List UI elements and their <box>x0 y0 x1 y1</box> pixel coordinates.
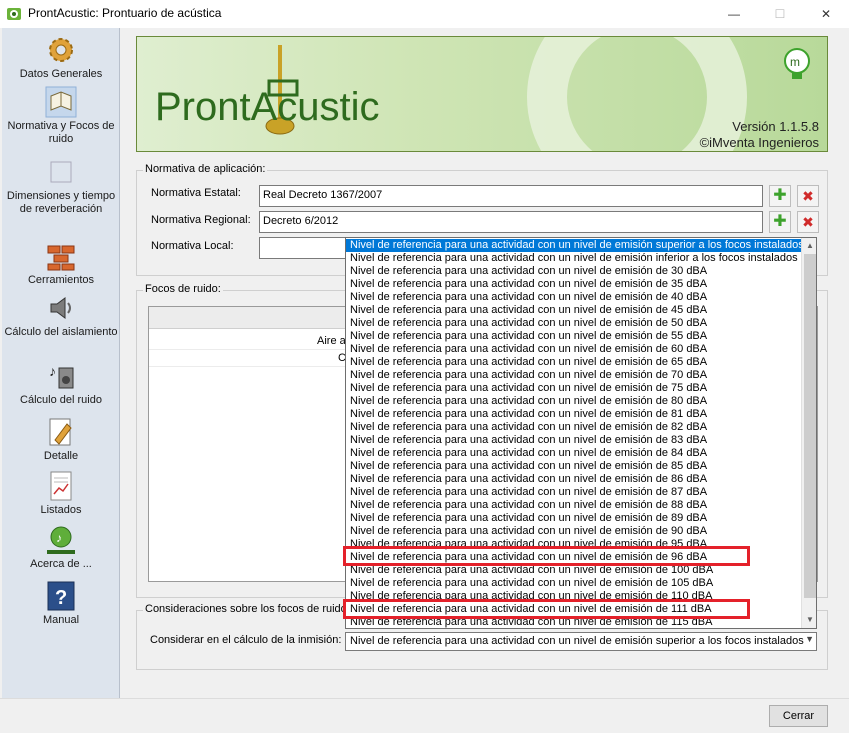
svg-text:m: m <box>790 55 800 69</box>
local-label: Normativa Local: <box>151 240 234 252</box>
app-icon <box>7 8 21 20</box>
lightbulb-logo-icon: m <box>784 48 810 79</box>
dropdown-option[interactable]: Nivel de referencia para una actividad c… <box>346 330 801 343</box>
dropdown-option[interactable]: Nivel de referencia para una actividad c… <box>346 356 801 369</box>
dropdown-option[interactable]: Nivel de referencia para una actividad c… <box>346 421 801 434</box>
window-title: ProntAcustic: Prontuario de acústica <box>28 6 222 20</box>
combo-value: Nivel de referencia para una actividad c… <box>350 635 804 647</box>
dropdown-option[interactable]: Nivel de referencia para una actividad c… <box>346 486 801 499</box>
dropdown-option[interactable]: Nivel de referencia para una actividad c… <box>346 291 801 304</box>
dropdown-option[interactable]: Nivel de referencia para una actividad c… <box>346 434 801 447</box>
dimensions-icon <box>50 161 72 183</box>
svg-text:♪: ♪ <box>56 531 62 545</box>
add-estatal-button[interactable]: ✚ <box>769 185 791 207</box>
banner-version: Versión 1.1.5.8 <box>732 119 819 134</box>
sidebar-item-label: Datos Generales <box>19 68 103 80</box>
considerar-dropdown-list[interactable]: Nivel de referencia para una actividad c… <box>345 237 817 629</box>
sidebar-item-aislamiento[interactable]: Cálculo del aislamiento <box>2 292 120 339</box>
dropdown-option[interactable]: Nivel de referencia para una actividad c… <box>346 239 804 252</box>
sidebar-item-normativa[interactable]: Normativa y Focos de ruido <box>2 86 120 146</box>
banner-company: ©iMventa Ingenieros <box>699 135 819 150</box>
considerar-combo[interactable]: Nivel de referencia para una actividad c… <box>345 632 817 651</box>
svg-text:?: ? <box>55 587 67 609</box>
dropdown-scrollbar[interactable]: ▲ ▼ <box>801 238 816 628</box>
title-bar: ProntAcustic: Prontuario de acústica — ☐… <box>0 0 849 28</box>
about-icon: ♪ <box>47 526 75 554</box>
sidebar-item-detalle[interactable]: Detalle <box>2 416 120 463</box>
chevron-down-icon[interactable]: ▼ <box>805 634 814 644</box>
scrollbar-thumb[interactable] <box>804 254 816 598</box>
scroll-down-icon[interactable]: ▼ <box>802 612 816 628</box>
dropdown-option[interactable]: Nivel de referencia para una actividad c… <box>346 382 801 395</box>
considerar-label: Considerar en el cálculo de la inmisión: <box>150 634 342 646</box>
sidebar-item-label: Cerramientos <box>27 274 95 286</box>
sidebar-item-label: Cálculo del aislamiento <box>4 326 118 338</box>
detail-icon <box>49 418 72 446</box>
list-icon <box>50 471 72 501</box>
footer-bar <box>0 698 849 733</box>
close-button[interactable]: Cerrar <box>769 705 828 727</box>
consideraciones-group-title: Consideraciones sobre los focos de ruido… <box>143 603 352 615</box>
sidebar: Datos Generales Normativa y Focos de rui… <box>2 28 120 698</box>
speaker-off-icon <box>50 297 71 319</box>
sidebar-item-datos-generales[interactable]: Datos Generales <box>2 34 120 81</box>
delete-estatal-button[interactable]: ✖ <box>797 185 819 207</box>
banner-title: ProntAcustic <box>155 85 380 129</box>
sidebar-item-label: Acerca de ... <box>30 558 92 570</box>
regional-label: Normativa Regional: <box>151 214 251 226</box>
dropdown-option[interactable]: Nivel de referencia para una actividad c… <box>346 577 801 590</box>
gear-icon <box>49 38 73 62</box>
sidebar-item-label: Normativa y Focos de ruido <box>7 120 115 145</box>
dropdown-option[interactable]: Nivel de referencia para una actividad c… <box>346 278 801 291</box>
dropdown-option[interactable]: Nivel de referencia para una actividad c… <box>346 408 801 421</box>
add-regional-button[interactable]: ✚ <box>769 211 791 233</box>
sidebar-item-cerramientos[interactable]: Cerramientos <box>2 240 120 287</box>
sidebar-item-label: Listados <box>40 504 82 516</box>
sidebar-item-acerca[interactable]: ♪ Acerca de ... <box>2 524 120 571</box>
dropdown-option[interactable]: Nivel de referencia para una actividad c… <box>346 395 801 408</box>
app-banner: ProntAcustic m Versión 1.1.5.8 ©iMventa … <box>136 36 828 152</box>
maximize-button[interactable]: ☐ <box>757 0 803 28</box>
local-field[interactable] <box>259 237 349 259</box>
help-icon: ? <box>47 581 75 611</box>
dropdown-option[interactable]: Nivel de referencia para una actividad c… <box>346 265 801 278</box>
dropdown-option[interactable]: Nivel de referencia para una actividad c… <box>346 369 801 382</box>
estatal-field[interactable]: Real Decreto 1367/2007 <box>259 185 763 207</box>
estatal-label: Normativa Estatal: <box>151 187 241 199</box>
book-icon <box>45 86 77 118</box>
scroll-up-icon[interactable]: ▲ <box>802 238 816 254</box>
dropdown-option[interactable]: Nivel de referencia para una actividad c… <box>346 252 801 265</box>
delete-regional-button[interactable]: ✖ <box>797 211 819 233</box>
dropdown-option[interactable]: Nivel de referencia para una actividad c… <box>346 512 801 525</box>
close-window-button[interactable]: ✕ <box>803 0 849 28</box>
dropdown-option[interactable]: Nivel de referencia para una actividad c… <box>346 304 801 317</box>
sidebar-item-ruido[interactable]: ♪ Cálculo del ruido <box>2 360 120 407</box>
bricks-icon <box>47 245 75 271</box>
dropdown-option[interactable]: Nivel de referencia para una actividad c… <box>346 317 801 330</box>
svg-text:♪: ♪ <box>49 363 56 379</box>
dropdown-option[interactable]: Nivel de referencia para una actividad c… <box>346 525 801 538</box>
dropdown-option[interactable]: Nivel de referencia para una actividad c… <box>346 343 801 356</box>
sidebar-item-label: Cálculo del ruido <box>20 394 102 406</box>
dropdown-option[interactable]: Nivel de referencia para una actividad c… <box>346 460 801 473</box>
normativa-group-title: Normativa de aplicación: <box>143 163 268 175</box>
sidebar-item-manual[interactable]: ? Manual <box>2 580 120 627</box>
dropdown-option[interactable]: Nivel de referencia para una actividad c… <box>346 499 801 512</box>
sidebar-item-label: Manual <box>42 614 80 626</box>
music-speaker-icon: ♪ <box>49 363 74 389</box>
highlight-111dba <box>343 599 750 619</box>
minimize-button[interactable]: — <box>711 0 757 28</box>
sidebar-item-label: Dimensiones y tiempo de reverberación <box>6 190 116 215</box>
focos-group-title: Focos de ruido: <box>143 283 223 295</box>
sidebar-item-listados[interactable]: Listados <box>2 470 120 517</box>
sidebar-item-label: Detalle <box>43 450 79 462</box>
dropdown-option[interactable]: Nivel de referencia para una actividad c… <box>346 447 801 460</box>
regional-field[interactable]: Decreto 6/2012 <box>259 211 763 233</box>
dropdown-option[interactable]: Nivel de referencia para una actividad c… <box>346 473 801 486</box>
sidebar-item-dimensiones[interactable]: Dimensiones y tiempo de reverberación <box>2 156 120 216</box>
highlight-96dba <box>343 546 750 566</box>
